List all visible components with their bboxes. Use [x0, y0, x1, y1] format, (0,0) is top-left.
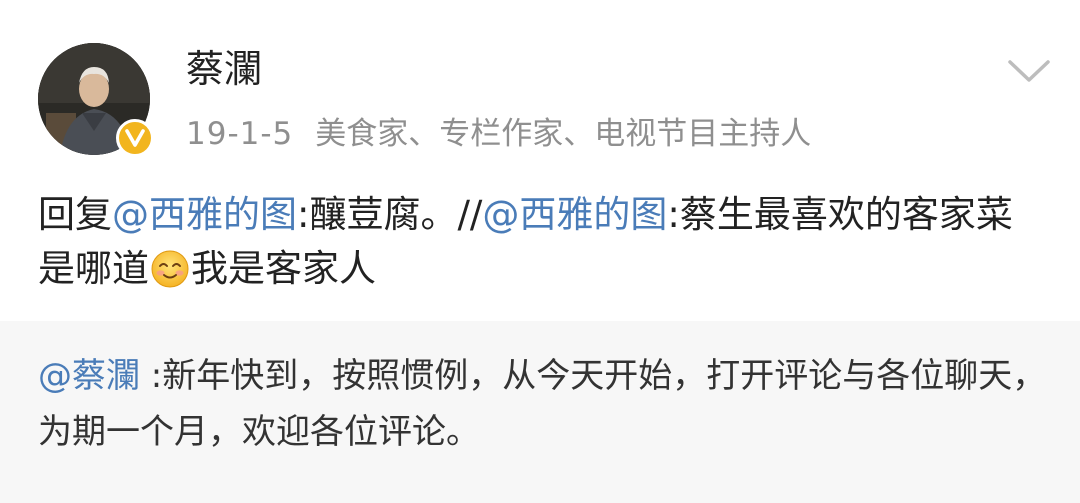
weibo-post-card: 蔡瀾 19-1-5 美食家、专栏作家、电视节目主持人 回复@西雅的图:釀荳腐。//… — [0, 0, 1080, 503]
comment-text: @蔡瀾 :新年快到，按照惯例，从今天开始，打开评论与各位聊天，为期一个月，欢迎各… — [38, 348, 1048, 460]
mention-link[interactable]: @西雅的图 — [112, 193, 297, 236]
mention-link[interactable]: @蔡瀾 — [38, 356, 140, 396]
post-content: 回复@西雅的图:釀荳腐。//@西雅的图:蔡生最喜欢的客家菜是哪道 我是客家人 — [38, 188, 1048, 296]
avatar[interactable] — [38, 43, 154, 157]
chevron-down-icon[interactable] — [1004, 54, 1054, 86]
username[interactable]: 蔡瀾 — [186, 44, 262, 94]
post-date: 19-1-5 — [186, 116, 294, 152]
post-text: 我是客家人 — [191, 247, 376, 290]
pinned-comment[interactable]: @蔡瀾 :新年快到，按照惯例，从今天开始，打开评论与各位聊天，为期一个月，欢迎各… — [0, 321, 1080, 503]
mention-link[interactable]: @西雅的图 — [482, 193, 667, 236]
post-meta: 19-1-5 美食家、专栏作家、电视节目主持人 — [186, 113, 811, 155]
verified-badge-icon — [116, 119, 154, 157]
reply-prefix: 回复 — [38, 193, 112, 236]
user-bio: 美食家、专栏作家、电视节目主持人 — [315, 116, 812, 152]
comment-body: :新年快到，按照惯例，从今天开始，打开评论与各位聊天，为期一个月，欢迎各位评论。 — [38, 356, 1047, 452]
smile-emoji-icon — [150, 249, 190, 289]
post-text: :釀荳腐。// — [297, 193, 483, 236]
